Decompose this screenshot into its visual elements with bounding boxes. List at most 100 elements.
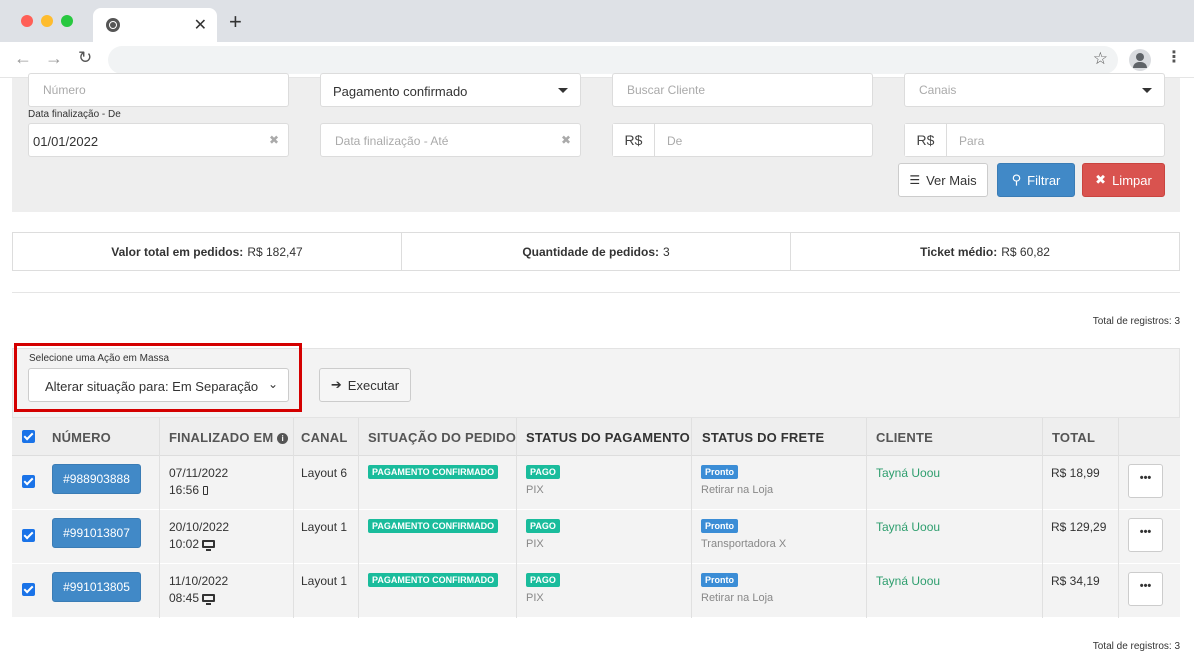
total-cell: R$ 18,99 bbox=[1051, 466, 1100, 480]
frete-tipo: Retirar na Loja bbox=[701, 592, 774, 604]
table-header: NÚMERO FINALIZADO EM i CANAL SITUAÇÃO DO… bbox=[12, 418, 1180, 456]
pagamento-badge: PAGO bbox=[526, 465, 560, 479]
finalizado-time: 16:56 bbox=[169, 483, 200, 497]
frete-tipo: Retirar na Loja bbox=[701, 484, 774, 496]
quantidade-value: 3 bbox=[663, 244, 670, 259]
situacao-badge: PAGAMENTO CONFIRMADO bbox=[368, 519, 499, 533]
cliente-link[interactable]: Tayná Uoou bbox=[876, 520, 940, 534]
cliente-link[interactable]: Tayná Uoou bbox=[876, 574, 940, 588]
filtrar-label: Filtrar bbox=[1027, 172, 1061, 188]
pagamento-metodo: PIX bbox=[526, 538, 544, 550]
clear-icon[interactable]: ✖ bbox=[561, 133, 571, 147]
column-divider bbox=[691, 418, 692, 618]
reload-icon[interactable]: ↻ bbox=[78, 49, 92, 66]
row-checkbox[interactable] bbox=[22, 583, 35, 596]
order-number-button[interactable]: #991013807 bbox=[52, 518, 141, 548]
row-actions-button[interactable]: ••• bbox=[1128, 518, 1163, 552]
data-ate-placeholder: Data finalização - Até bbox=[335, 134, 449, 148]
valor-de-input[interactable]: R$ De bbox=[612, 123, 873, 157]
finalizado-date: 11/10/2022 bbox=[169, 574, 229, 588]
row-checkbox[interactable] bbox=[22, 529, 35, 542]
select-all-checkbox[interactable] bbox=[22, 430, 35, 443]
header-total[interactable]: TOTAL bbox=[1052, 430, 1095, 445]
caret-down-icon bbox=[1142, 88, 1152, 93]
pagamento-select[interactable]: Pagamento confirmado bbox=[320, 73, 581, 107]
divider bbox=[12, 292, 1180, 293]
valor-de-placeholder: De bbox=[667, 134, 683, 148]
forward-arrow-icon[interactable]: → bbox=[45, 49, 63, 67]
pagamento-badge: PAGO bbox=[526, 519, 560, 533]
address-bar[interactable]: ☆ bbox=[108, 46, 1118, 74]
header-cliente[interactable]: CLIENTE bbox=[876, 430, 933, 445]
close-window-icon[interactable] bbox=[21, 15, 33, 27]
row-checkbox[interactable] bbox=[22, 475, 35, 488]
cliente-search-input[interactable]: Buscar Cliente bbox=[612, 73, 873, 107]
minimize-window-icon[interactable] bbox=[41, 15, 53, 27]
close-icon: ✖ bbox=[1095, 172, 1107, 187]
mobile-icon bbox=[203, 486, 209, 495]
data-ate-input[interactable]: Data finalização - Até ✖ bbox=[320, 123, 581, 157]
profile-avatar-icon[interactable] bbox=[1129, 49, 1151, 71]
header-status-frete[interactable]: STATUS DO FRETE bbox=[702, 430, 824, 445]
table-row[interactable]: #988903888 07/11/2022 16:56 Layout 6 PAGAMEN… bbox=[12, 456, 1180, 510]
column-divider bbox=[159, 418, 160, 618]
pagamento-value: Pagamento confirmado bbox=[333, 84, 468, 99]
info-icon[interactable]: i bbox=[277, 433, 289, 444]
new-tab-icon[interactable]: + bbox=[229, 11, 242, 33]
finalizado-time-cell: 16:56 bbox=[169, 483, 209, 497]
bookmark-star-icon[interactable]: ☆ bbox=[1093, 49, 1108, 69]
cliente-link[interactable]: Tayná Uoou bbox=[876, 466, 940, 480]
desktop-icon bbox=[202, 594, 216, 605]
frete-badge: Pronto bbox=[701, 573, 738, 587]
finalizado-time-cell: 10:02 bbox=[169, 537, 216, 551]
frete-badge: Pronto bbox=[701, 519, 738, 533]
data-de-input[interactable]: 01/01/2022 ✖ bbox=[28, 123, 289, 157]
numero-input[interactable]: Número bbox=[28, 73, 289, 107]
ver-mais-button[interactable]: ☰ Ver Mais bbox=[898, 163, 988, 197]
total-registros-bottom: Total de registros: 3 bbox=[1092, 641, 1180, 652]
data-de-label: Data finalização - De bbox=[28, 109, 121, 120]
header-situacao[interactable]: SITUAÇÃO DO PEDIDO bbox=[368, 430, 516, 445]
ticket-stat: Ticket médio: R$ 60,82 bbox=[791, 233, 1179, 270]
header-canal[interactable]: CANAL bbox=[301, 430, 348, 445]
pagamento-metodo: PIX bbox=[526, 484, 544, 496]
total-registros-top: Total de registros: 3 bbox=[1092, 316, 1180, 327]
clear-icon[interactable]: ✖ bbox=[269, 133, 279, 147]
finalizado-date: 20/10/2022 bbox=[169, 520, 230, 534]
order-number-button[interactable]: #988903888 bbox=[52, 464, 141, 494]
back-arrow-icon[interactable]: ← bbox=[14, 49, 32, 67]
valor-para-placeholder: Para bbox=[959, 134, 985, 148]
table-row[interactable]: #991013805 11/10/2022 08:45 Layout 1 PAGAMEN… bbox=[12, 564, 1180, 618]
column-divider bbox=[866, 418, 867, 618]
tab-close-icon[interactable]: ✕ bbox=[194, 15, 207, 35]
data-de-value: 01/01/2022 bbox=[33, 134, 99, 149]
canais-placeholder: Canais bbox=[919, 83, 957, 97]
maximize-window-icon[interactable] bbox=[61, 15, 73, 27]
header-numero[interactable]: NÚMERO bbox=[52, 430, 111, 445]
filtrar-button[interactable]: ⚲ Filtrar bbox=[997, 163, 1075, 197]
situacao-badge: PAGAMENTO CONFIRMADO bbox=[368, 465, 499, 479]
order-number-button[interactable]: #991013805 bbox=[52, 572, 141, 602]
column-divider bbox=[358, 418, 359, 618]
finalizado-time: 08:45 bbox=[169, 591, 200, 605]
canal-cell: Layout 6 bbox=[301, 466, 348, 480]
row-actions-button[interactable]: ••• bbox=[1128, 572, 1163, 606]
canais-select[interactable]: Canais bbox=[904, 73, 1165, 107]
currency-addon: R$ bbox=[905, 124, 947, 156]
table-row[interactable]: #991013807 20/10/2022 10:02 Layout 1 PAGAMEN… bbox=[12, 510, 1180, 564]
header-finalizado[interactable]: FINALIZADO EM i bbox=[169, 430, 289, 445]
row-actions-button[interactable]: ••• bbox=[1128, 464, 1163, 498]
currency-addon: R$ bbox=[613, 124, 655, 156]
finalizado-date: 07/11/2022 bbox=[169, 466, 229, 480]
header-status-pagamento[interactable]: STATUS DO PAGAMENTO bbox=[526, 430, 690, 445]
total-cell: R$ 34,19 bbox=[1051, 574, 1100, 588]
browser-menu-icon[interactable]: ⋮ bbox=[1166, 50, 1182, 66]
ticket-label: Ticket médio: bbox=[920, 244, 998, 259]
valor-para-input[interactable]: R$ Para bbox=[904, 123, 1165, 157]
executar-button[interactable]: ➔ Executar bbox=[319, 368, 411, 402]
quantidade-stat: Quantidade de pedidos: 3 bbox=[402, 233, 791, 270]
frete-badge: Pronto bbox=[701, 465, 738, 479]
limpar-button[interactable]: ✖ Limpar bbox=[1082, 163, 1165, 197]
canal-cell: Layout 1 bbox=[301, 520, 348, 534]
browser-tab[interactable]: ✕ bbox=[93, 8, 217, 42]
